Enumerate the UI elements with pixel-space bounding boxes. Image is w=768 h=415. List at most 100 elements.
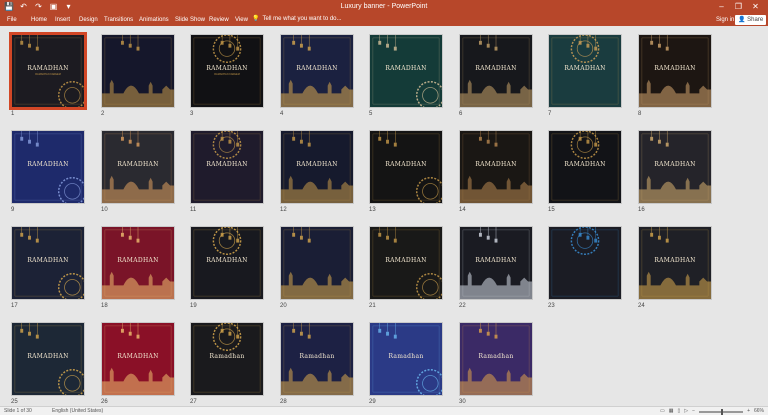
slide-number: 13 — [369, 207, 376, 213]
slide-title: RAMADHAN — [27, 161, 69, 168]
slide-title: RAMADHAN — [475, 161, 517, 168]
zoom-out-icon[interactable]: − — [692, 408, 695, 415]
slide-number: 1 — [11, 111, 15, 117]
slide-thumbnail[interactable]: RAMADHAN — [11, 130, 85, 204]
slide-title: RAMADHAN — [27, 65, 69, 72]
zoom-slider-thumb[interactable] — [721, 408, 724, 415]
slide-thumbnail[interactable]: RAMADHAN — [280, 34, 354, 108]
slide-thumbnail[interactable]: RAMADHAN — [459, 130, 533, 204]
person-icon: 👤 — [738, 17, 746, 23]
slide-thumbnail[interactable]: RAMADHAN RAMADHAN KAREEM — [9, 32, 87, 110]
lightbulb-icon: 💡 — [252, 16, 260, 22]
slide-thumbnail[interactable]: RAMADHAN — [638, 130, 712, 204]
slide-number: 20 — [280, 303, 287, 309]
normal-view-icon[interactable]: ▭ — [660, 408, 665, 415]
slide-title: RAMADHAN — [27, 353, 69, 360]
zoom-in-icon[interactable]: + — [747, 408, 750, 415]
slide-title: RAMADHAN — [654, 161, 696, 168]
slide-thumbnail[interactable]: RAMADHAN — [190, 130, 264, 204]
slide-number: 14 — [459, 207, 466, 213]
slideshow-view-icon[interactable]: ▷ — [684, 408, 688, 415]
slide-number: 16 — [638, 207, 645, 213]
slide-title: RAMADHAN — [564, 65, 606, 72]
tab-home[interactable]: Home — [31, 16, 47, 24]
slide-thumbnail[interactable]: RAMADHAN — [101, 226, 175, 300]
slide-thumbnail[interactable]: RAMADHAN — [459, 226, 533, 300]
slide-thumbnail[interactable] — [548, 226, 622, 300]
slide-thumbnail[interactable] — [280, 226, 354, 300]
slide-thumbnail[interactable]: RAMADHAN — [280, 130, 354, 204]
window-controls: – ❐ ✕ — [713, 1, 764, 13]
slide-title: RAMADHAN — [117, 257, 159, 264]
slide-title: RAMADHAN — [564, 161, 606, 168]
minimize-button[interactable]: – — [713, 1, 730, 13]
tab-insert[interactable]: Insert — [55, 16, 70, 24]
tab-design[interactable]: Design — [79, 16, 98, 24]
slide-thumbnail[interactable]: RAMADHAN — [459, 34, 533, 108]
slide-title: RAMADHAN — [475, 257, 517, 264]
slide-number: 27 — [190, 399, 197, 405]
status-bar: Slide 1 of 30 English (United States) ▭ … — [0, 406, 768, 415]
title-bar: 💾 ↶ ↷ ▣ ▾ Luxury banner - PowerPoint – ❐… — [0, 0, 768, 14]
slide-thumbnail[interactable]: RAMADHAN — [548, 130, 622, 204]
reading-view-icon[interactable]: ▯ — [678, 408, 681, 415]
tell-me-box[interactable]: 💡 Tell me what you want to do... — [252, 15, 342, 24]
slide-thumbnail[interactable]: RAMADHAN — [638, 226, 712, 300]
tab-file[interactable]: File — [7, 16, 17, 24]
slide-number: 24 — [638, 303, 645, 309]
tab-view[interactable]: View — [235, 16, 248, 24]
slide-thumbnail[interactable]: RAMADHAN RAMADHAN KAREEM — [190, 34, 264, 108]
slide-thumbnail[interactable]: RAMADHAN — [101, 322, 175, 396]
slide-sorter-view-icon[interactable]: ▦ — [669, 408, 674, 415]
tab-review[interactable]: Review — [209, 16, 229, 24]
slide-thumbnail[interactable]: Ramadhan — [459, 322, 533, 396]
slide-artwork — [102, 35, 174, 107]
ribbon-tabs: File Home Insert Design Transitions Anim… — [0, 14, 768, 26]
slide-thumbnail[interactable]: RAMADHAN — [548, 34, 622, 108]
slide-number: 8 — [638, 111, 642, 117]
slide-thumbnail[interactable]: Ramadhan — [190, 322, 264, 396]
slide-number: 10 — [101, 207, 108, 213]
slide-number: 26 — [101, 399, 108, 405]
slide-number: 7 — [548, 111, 552, 117]
slide-subtitle: RAMADHAN KAREEM — [35, 73, 61, 76]
slide-title: RAMADHAN — [117, 353, 159, 360]
zoom-level[interactable]: 66% — [754, 408, 764, 415]
tab-slide-show[interactable]: Slide Show — [175, 16, 205, 24]
close-button[interactable]: ✕ — [747, 1, 764, 13]
slide-title: Ramadhan — [209, 353, 245, 360]
slide-thumbnail[interactable]: RAMADHAN — [11, 226, 85, 300]
slide-thumbnail[interactable]: Ramadhan — [369, 322, 443, 396]
slide-thumbnail[interactable]: Ramadhan — [280, 322, 354, 396]
slide-thumbnail[interactable]: RAMADHAN — [369, 130, 443, 204]
slide-title: Ramadhan — [388, 353, 424, 360]
slide-title: RAMADHAN — [117, 161, 159, 168]
tab-transitions[interactable]: Transitions — [104, 16, 133, 24]
share-button[interactable]: 👤 Share — [735, 15, 767, 25]
slide-title: RAMADHAN — [475, 65, 517, 72]
slide-number: 3 — [190, 111, 194, 117]
zoom-slider[interactable] — [699, 408, 744, 415]
restore-button[interactable]: ❐ — [730, 1, 747, 13]
slide-number: 19 — [190, 303, 197, 309]
slide-thumbnail[interactable] — [101, 34, 175, 108]
window-title: Luxury banner - PowerPoint — [340, 3, 428, 10]
sign-in-link[interactable]: Sign in — [716, 16, 734, 24]
slide-thumbnail[interactable]: RAMADHAN — [638, 34, 712, 108]
slide-number: 5 — [369, 111, 373, 117]
slide-thumbnail[interactable]: RAMADHAN — [190, 226, 264, 300]
slide-number: 6 — [459, 111, 463, 117]
slide-number: 29 — [369, 399, 376, 405]
slide-thumbnail[interactable]: RAMADHAN — [369, 34, 443, 108]
slide-title: RAMADHAN — [27, 257, 69, 264]
slide-thumbnail[interactable]: RAMADHAN — [101, 130, 175, 204]
slide-title: RAMADHAN — [385, 65, 427, 72]
slide-number: 11 — [190, 207, 197, 213]
language-indicator[interactable]: English (United States) — [52, 408, 103, 415]
share-label: Share — [747, 17, 764, 23]
slide-thumbnail[interactable]: RAMADHAN — [369, 226, 443, 300]
slide-title: Ramadhan — [478, 353, 514, 360]
slide-subtitle: RAMADHAN KAREEM — [214, 73, 240, 76]
slide-thumbnail[interactable]: RAMADHAN — [11, 322, 85, 396]
tab-animations[interactable]: Animations — [139, 16, 169, 24]
